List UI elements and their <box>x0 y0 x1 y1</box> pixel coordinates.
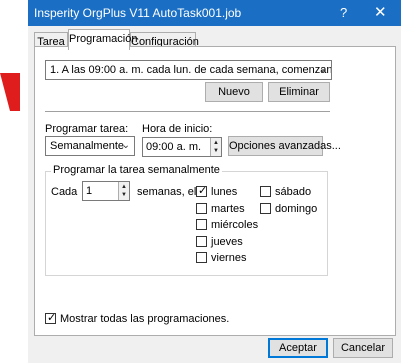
checkbox-box[interactable] <box>260 203 271 214</box>
weeks-interval-value: 1 <box>86 185 93 197</box>
task-frequency-value: Semanalmente <box>50 140 124 152</box>
day-label: jueves <box>211 236 243 248</box>
day-label: domingo <box>275 203 318 215</box>
weeks-on-label: semanas, el: <box>137 186 200 198</box>
chevron-down-icon: ⌄ <box>121 140 130 151</box>
title-bar: Insperity OrgPlus V11 AutoTask001.job ? … <box>28 0 401 26</box>
checkbox-box[interactable]: ✓ <box>196 185 208 197</box>
tab-programacion[interactable]: Programación <box>68 29 137 50</box>
day-checkbox-martes[interactable]: martes <box>196 203 256 216</box>
checkbox-box[interactable] <box>196 252 207 263</box>
accept-button-label: Aceptar <box>279 342 317 354</box>
schedule-select[interactable]: 1. A las 09:00 a. m. cada lun. de cada s… <box>45 60 332 80</box>
red-arrow-pointer <box>0 73 20 111</box>
day-label: viernes <box>211 252 247 264</box>
show-all-label: Mostrar todas las programaciones. <box>60 313 230 325</box>
start-time-spinner[interactable]: ▲ ▼ <box>210 138 221 156</box>
checkmark-icon: ✓ <box>47 312 57 324</box>
start-time-label: Hora de inicio: <box>142 123 213 135</box>
checkmark-icon: ✓ <box>198 185 208 197</box>
checkbox-box[interactable] <box>196 219 207 230</box>
weekly-group-label: Programar la tarea semanalmente <box>51 164 222 176</box>
task-frequency-select[interactable]: Semanalmente ⌄ <box>45 136 135 156</box>
help-button[interactable]: ? <box>340 5 347 20</box>
divider <box>45 111 330 112</box>
day-checkbox-jueves[interactable]: jueves <box>196 236 256 249</box>
checkbox-box[interactable] <box>260 186 271 197</box>
checkbox-box[interactable] <box>196 203 207 214</box>
day-label: sábado <box>275 186 312 198</box>
every-label: Cada <box>51 186 78 198</box>
day-checkbox-miercoles[interactable]: miércoles <box>196 219 259 232</box>
spin-up-icon[interactable]: ▲ <box>213 140 219 146</box>
spin-down-icon[interactable]: ▼ <box>213 148 219 154</box>
accept-button[interactable]: Aceptar <box>268 338 328 358</box>
spin-up-icon[interactable]: ▲ <box>121 184 127 190</box>
show-all-checkbox[interactable]: ✓ Mostrar todas las programaciones. <box>45 312 245 326</box>
day-label: miércoles <box>211 219 259 231</box>
window-title: Insperity OrgPlus V11 AutoTask001.job <box>34 6 242 20</box>
day-label: martes <box>211 203 245 215</box>
checkbox-box[interactable]: ✓ <box>45 312 57 324</box>
day-label: lunes <box>211 186 238 198</box>
day-checkbox-viernes[interactable]: viernes <box>196 252 256 265</box>
new-button-label: Nuevo <box>218 86 250 98</box>
day-checkbox-sabado[interactable]: sábado <box>260 186 320 199</box>
day-checkbox-domingo[interactable]: domingo <box>260 203 320 216</box>
spin-down-icon[interactable]: ▼ <box>121 192 127 198</box>
advanced-options-label: Opciones avanzadas... <box>229 140 341 152</box>
close-button[interactable]: ✕ <box>374 3 387 21</box>
delete-button-label: Eliminar <box>279 86 319 98</box>
weeks-interval-spinner[interactable]: ▲ ▼ <box>118 182 129 200</box>
start-time-value: 09:00 a. m. <box>146 141 202 153</box>
cancel-button-label: Cancelar <box>340 342 386 354</box>
start-time-input[interactable]: 09:00 a. m. ▲ ▼ <box>142 137 222 157</box>
weeks-interval-input[interactable]: 1 ▲ ▼ <box>82 181 130 201</box>
cancel-button[interactable]: Cancelar <box>333 338 393 358</box>
checkbox-box[interactable] <box>196 236 207 247</box>
task-label: Programar tarea: <box>45 123 129 135</box>
chevron-down-icon: ⌄ <box>318 64 327 75</box>
new-button[interactable]: Nuevo <box>205 82 263 102</box>
schedule-select-value: 1. A las 09:00 a. m. cada lun. de cada s… <box>50 64 332 76</box>
day-checkbox-lunes[interactable]: ✓ lunes <box>196 185 256 199</box>
delete-button[interactable]: Eliminar <box>268 82 330 102</box>
advanced-options-button[interactable]: Opciones avanzadas... <box>228 136 341 156</box>
